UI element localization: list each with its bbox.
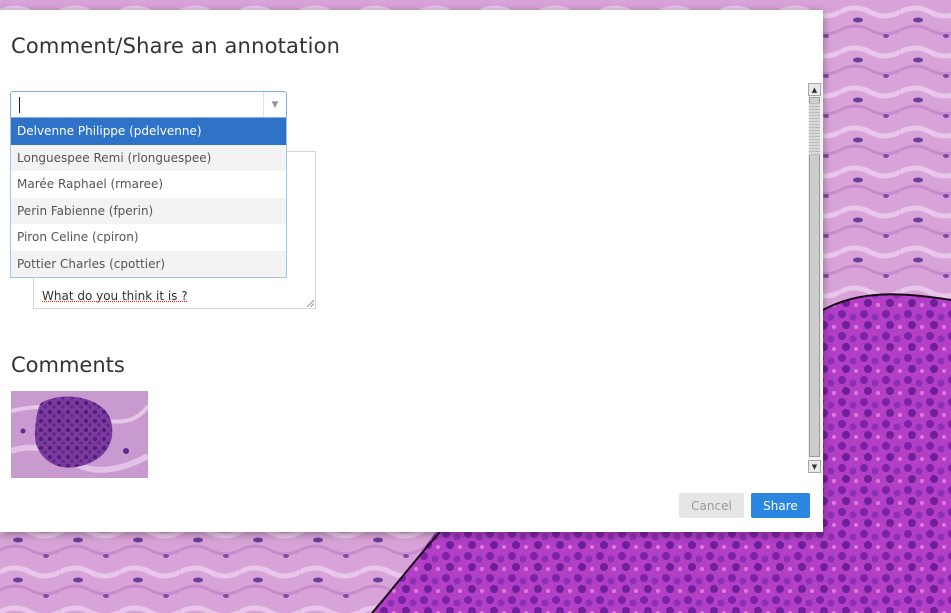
user-option[interactable]: Pottier Charles (cpottier)	[11, 250, 286, 277]
user-option[interactable]: Piron Celine (cpiron)	[11, 224, 286, 251]
user-option[interactable]: Longuespee Remi (rlonguespee)	[11, 144, 286, 171]
user-option[interactable]: Perin Fabienne (fperin)	[11, 197, 286, 224]
comment-share-dialog: Comment/Share an annotation ▼ What do yo…	[0, 10, 823, 532]
chevron-down-icon[interactable]: ▼	[263, 92, 286, 117]
thumbnail-image	[11, 391, 148, 478]
annotation-thumbnail[interactable]	[11, 391, 148, 478]
scrollbar-grip	[809, 103, 820, 155]
user-option[interactable]: Marée Raphael (rmaree)	[11, 171, 286, 198]
comments-heading: Comments	[11, 353, 125, 377]
user-dropdown-list: Delvenne Philippe (pdelvenne) Longuespee…	[10, 118, 287, 278]
text-cursor	[19, 97, 20, 113]
comment-text: What do you think it is ?	[42, 289, 188, 303]
arrow-up-icon[interactable]: ▲	[808, 83, 821, 96]
cancel-button[interactable]: Cancel	[679, 493, 744, 518]
user-search-input[interactable]	[16, 95, 256, 114]
share-button[interactable]: Share	[751, 493, 810, 518]
arrow-down-icon[interactable]: ▼	[808, 460, 821, 473]
resize-handle-icon[interactable]	[307, 300, 314, 307]
dialog-title: Comment/Share an annotation	[11, 34, 341, 58]
dialog-scrollbar[interactable]: ▲ ▼	[808, 83, 822, 473]
user-select-combobox[interactable]: ▼	[10, 91, 287, 118]
user-option[interactable]: Delvenne Philippe (pdelvenne)	[11, 118, 286, 145]
